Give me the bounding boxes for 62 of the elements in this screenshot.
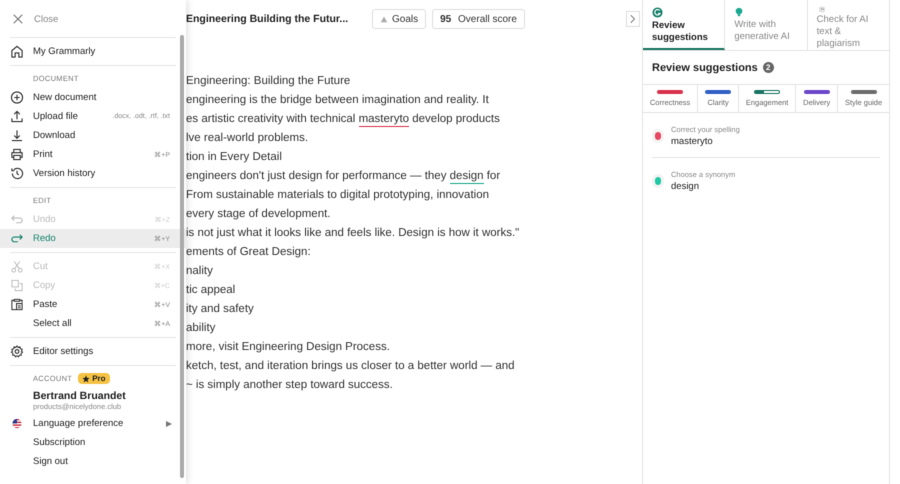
printer-icon — [10, 148, 24, 161]
document-title: Engineering Building the Futur... — [186, 13, 350, 25]
quote-icon — [816, 7, 827, 12]
home-icon — [10, 45, 24, 58]
text-line: ements of Great Design: — [186, 245, 312, 260]
menu-item[interactable]: Editor settings — [0, 342, 186, 361]
text-line: ity and safety — [186, 302, 255, 317]
clipboard-icon — [10, 298, 24, 311]
text-line: every stage of development. — [186, 207, 332, 222]
flagged-word[interactable]: masteryto — [358, 113, 410, 127]
panel-tab[interactable]: Write with generative AI — [725, 0, 808, 50]
panel-tab[interactable]: Review suggestions — [643, 0, 726, 50]
close-icon — [11, 13, 25, 25]
count-badge: 2 — [762, 62, 774, 73]
logo-icon — [652, 7, 663, 18]
menu-item[interactable]: New document — [0, 88, 186, 107]
flag-icon — [10, 418, 24, 429]
collapse-button[interactable] — [626, 11, 640, 27]
text-line: ~ is simply another step toward success. — [186, 378, 394, 393]
panel-tab[interactable]: Check for AI text & plagiarism — [808, 0, 889, 50]
plus-circle-icon — [10, 91, 24, 104]
text-line: more, visit Engineering Design Process. — [186, 340, 391, 355]
redo-icon — [10, 232, 24, 245]
scrollbar[interactable] — [180, 35, 184, 478]
user-name: Bertrand Bruandet — [32, 389, 127, 402]
goals-icon — [380, 15, 388, 23]
flagged-word[interactable]: design — [450, 170, 484, 184]
menu-item[interactable]: My Grammarly — [0, 42, 186, 61]
download-icon — [10, 129, 24, 142]
overall-score-button[interactable]: 95 Overall score — [432, 9, 525, 29]
menu-item[interactable]: Version history — [0, 164, 186, 183]
goals-button[interactable]: Goals — [372, 9, 426, 29]
panel-heading: Review suggestions — [652, 62, 758, 74]
copy-icon — [10, 279, 24, 292]
menu-item[interactable]: Subscription — [0, 433, 186, 452]
pro-badge: Pro — [78, 373, 110, 384]
text-line: lve real-world problems. — [186, 131, 310, 146]
chevron-right-icon — [630, 14, 636, 24]
scissors-icon — [10, 260, 24, 273]
star-icon — [82, 374, 90, 382]
lightbulb-icon — [734, 7, 744, 17]
undo-icon — [10, 213, 24, 226]
menu-item[interactable]: Language preference — [0, 414, 186, 433]
text-line: tion in Every Detail — [186, 150, 283, 165]
text-line: ketch, test, and iteration brings us closer to a better world — and — [186, 359, 516, 374]
history-icon — [10, 167, 24, 180]
suggestion-word: masteryto — [671, 136, 714, 147]
text-line: tic appeal — [186, 283, 236, 298]
text-line: Engineering: Building the Future — [186, 74, 352, 89]
text-line: is not just what it looks like and feels like. Design is how it works." — [186, 226, 520, 241]
text-line: ability — [186, 321, 216, 336]
text-line: engineering is the bridge between imagination and reality. It — [186, 93, 490, 108]
settings-icon — [10, 345, 24, 358]
text-line: es artistic creativity with technical masteryto develop products — [186, 112, 501, 129]
text-line: From sustainable materials to digital prototyping, innovation — [186, 188, 490, 203]
text-line: engineers don't just design for performance — they design for — [186, 169, 502, 186]
menu-item[interactable]: Sign out — [0, 452, 186, 471]
close-button[interactable]: Close — [0, 5, 186, 33]
text-line: nality — [186, 264, 214, 279]
suggestion-word: design — [671, 181, 700, 192]
menu-item[interactable]: Download — [0, 126, 186, 145]
upload-icon — [10, 110, 24, 123]
